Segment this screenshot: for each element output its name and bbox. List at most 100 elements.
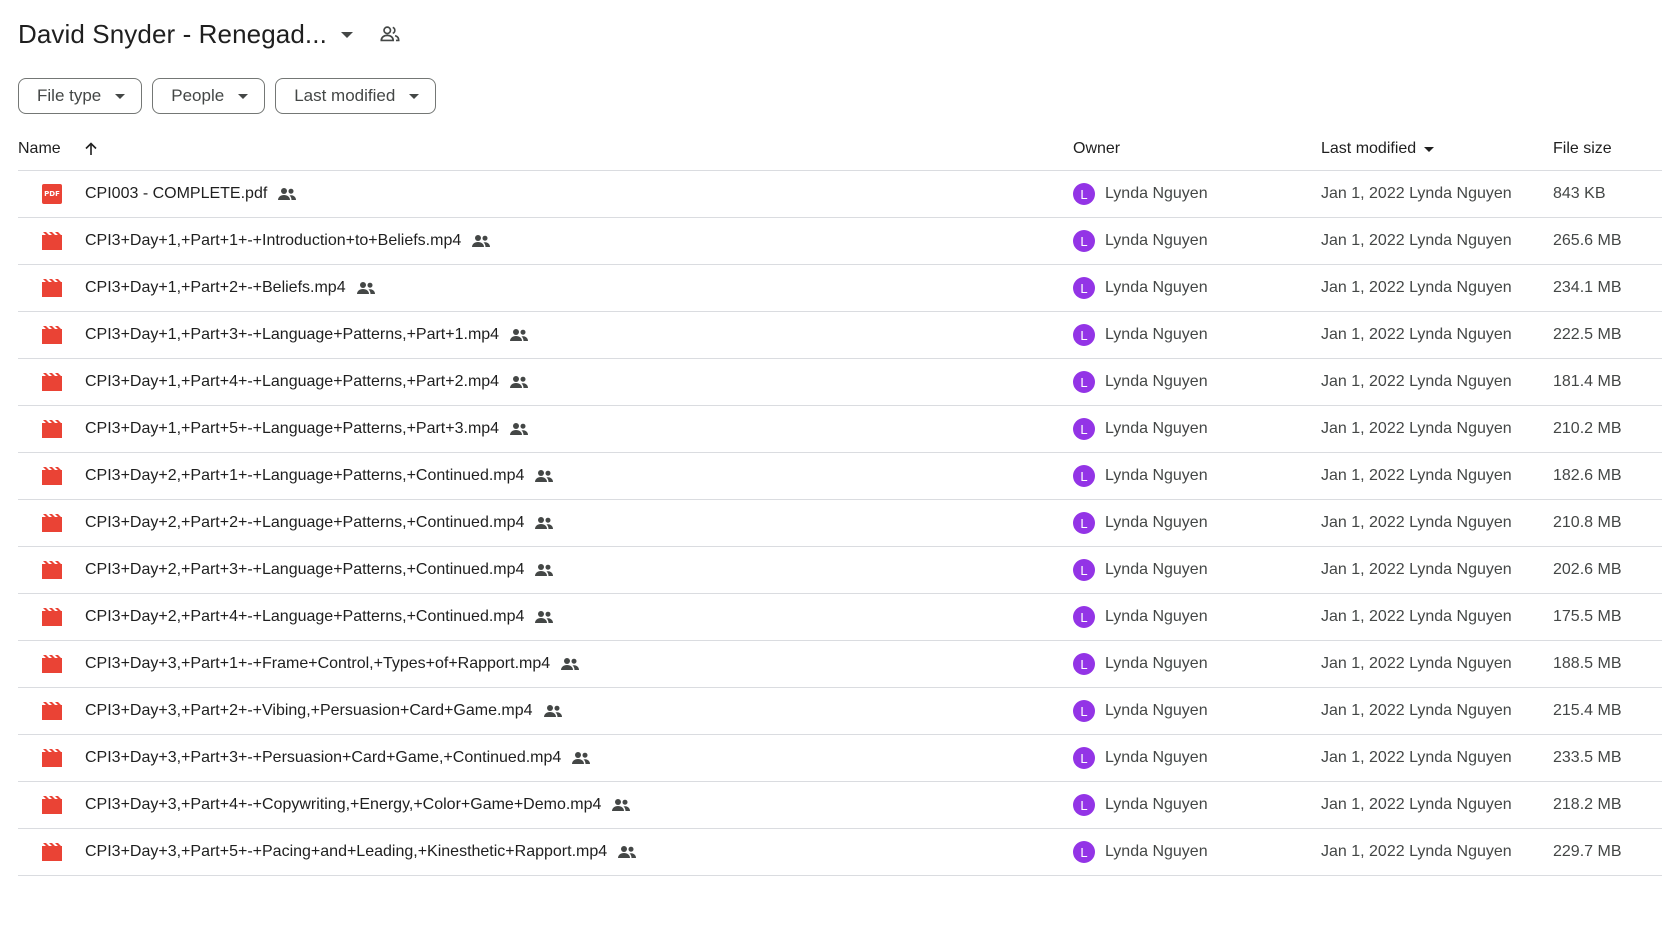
- file-name[interactable]: CPI3+Day+1,+Part+3+-+Language+Patterns,+…: [85, 326, 499, 344]
- video-icon: [42, 843, 62, 861]
- table-row[interactable]: CPI3+Day+1,+Part+5+-+Language+Patterns,+…: [18, 406, 1662, 453]
- avatar[interactable]: L: [1073, 371, 1095, 393]
- file-rows: PDF CPI003 - COMPLETE.pdf L Lynda Nguyen Jan…: [18, 171, 1662, 876]
- file-name-cell[interactable]: CPI3+Day+1,+Part+5+-+Language+Patterns,+…: [85, 406, 529, 452]
- file-name[interactable]: CPI3+Day+2,+Part+3+-+Language+Patterns,+…: [85, 561, 524, 579]
- file-name[interactable]: CPI3+Day+3,+Part+5+-+Pacing+and+Leading,…: [85, 843, 607, 861]
- file-name[interactable]: CPI3+Day+3,+Part+4+-+Copywriting,+Energy…: [85, 796, 601, 814]
- file-name-cell[interactable]: CPI3+Day+2,+Part+3+-+Language+Patterns,+…: [85, 547, 554, 593]
- table-row[interactable]: CPI3+Day+3,+Part+1+-+Frame+Control,+Type…: [18, 641, 1662, 688]
- avatar[interactable]: L: [1073, 512, 1095, 534]
- file-name-cell[interactable]: CPI3+Day+1,+Part+3+-+Language+Patterns,+…: [85, 312, 529, 358]
- file-name-cell[interactable]: CPI3+Day+3,+Part+5+-+Pacing+and+Leading,…: [85, 829, 637, 875]
- file-name-cell[interactable]: CPI3+Day+2,+Part+1+-+Language+Patterns,+…: [85, 453, 554, 499]
- avatar[interactable]: L: [1073, 700, 1095, 722]
- avatar[interactable]: L: [1073, 465, 1095, 487]
- file-name[interactable]: CPI003 - COMPLETE.pdf: [85, 185, 267, 203]
- chevron-down-icon[interactable]: [340, 32, 353, 38]
- file-type-icon: [42, 688, 62, 734]
- file-name-cell[interactable]: CPI3+Day+3,+Part+1+-+Frame+Control,+Type…: [85, 641, 580, 687]
- owner-name: Lynda Nguyen: [1105, 373, 1208, 390]
- owner-cell: L Lynda Nguyen: [1073, 688, 1208, 734]
- avatar[interactable]: L: [1073, 653, 1095, 675]
- file-name[interactable]: CPI3+Day+3,+Part+1+-+Frame+Control,+Type…: [85, 655, 550, 673]
- file-name[interactable]: CPI3+Day+2,+Part+4+-+Language+Patterns,+…: [85, 608, 524, 626]
- table-row[interactable]: CPI3+Day+1,+Part+3+-+Language+Patterns,+…: [18, 312, 1662, 359]
- owner-name: Lynda Nguyen: [1105, 702, 1208, 719]
- owner-name: Lynda Nguyen: [1105, 655, 1208, 672]
- avatar[interactable]: L: [1073, 418, 1095, 440]
- table-row[interactable]: CPI3+Day+1,+Part+2+-+Beliefs.mp4 L Lynda N…: [18, 265, 1662, 312]
- owner-cell: L Lynda Nguyen: [1073, 829, 1208, 875]
- file-name[interactable]: CPI3+Day+3,+Part+3+-+Persuasion+Card+Gam…: [85, 749, 561, 767]
- file-type-filter[interactable]: File type: [18, 78, 143, 114]
- avatar[interactable]: L: [1073, 277, 1095, 299]
- table-row[interactable]: CPI3+Day+2,+Part+1+-+Language+Patterns,+…: [18, 453, 1662, 500]
- video-icon: [42, 514, 62, 532]
- owner-cell: L Lynda Nguyen: [1073, 312, 1208, 358]
- file-name[interactable]: CPI3+Day+1,+Part+4+-+Language+Patterns,+…: [85, 373, 499, 391]
- shared-people-icon: [543, 704, 563, 718]
- avatar[interactable]: L: [1073, 747, 1095, 769]
- file-name-cell[interactable]: CPI3+Day+2,+Part+2+-+Language+Patterns,+…: [85, 500, 554, 546]
- people-filter[interactable]: People: [152, 78, 266, 114]
- column-owner-label: Owner: [1073, 140, 1121, 157]
- last-modified-cell: Jan 1, 2022 Lynda Nguyen: [1321, 232, 1512, 249]
- arrow-up-icon[interactable]: [83, 141, 99, 157]
- shared-people-icon: [509, 422, 529, 436]
- table-row[interactable]: CPI3+Day+2,+Part+3+-+Language+Patterns,+…: [18, 547, 1662, 594]
- owner-cell: L Lynda Nguyen: [1073, 265, 1208, 311]
- file-name-cell[interactable]: CPI3+Day+1,+Part+4+-+Language+Patterns,+…: [85, 359, 529, 405]
- table-row[interactable]: CPI3+Day+2,+Part+4+-+Language+Patterns,+…: [18, 594, 1662, 641]
- column-header-owner[interactable]: Owner: [1073, 128, 1120, 170]
- table-row[interactable]: CPI3+Day+1,+Part+1+-+Introduction+to+Bel…: [18, 218, 1662, 265]
- file-name-cell[interactable]: CPI003 - COMPLETE.pdf: [85, 171, 297, 217]
- file-name-cell[interactable]: CPI3+Day+1,+Part+2+-+Beliefs.mp4: [85, 265, 376, 311]
- video-icon: [42, 608, 62, 626]
- table-row[interactable]: PDF CPI003 - COMPLETE.pdf L Lynda Nguyen Jan…: [18, 171, 1662, 218]
- owner-cell: L Lynda Nguyen: [1073, 782, 1208, 828]
- file-name[interactable]: CPI3+Day+3,+Part+2+-+Vibing,+Persuasion+…: [85, 702, 533, 720]
- file-size-cell: 182.6 MB: [1553, 467, 1622, 484]
- table-header: Name Owner Last modified File size: [18, 128, 1662, 171]
- file-name-cell[interactable]: CPI3+Day+3,+Part+2+-+Vibing,+Persuasion+…: [85, 688, 563, 734]
- file-name-cell[interactable]: CPI3+Day+3,+Part+4+-+Copywriting,+Energy…: [85, 782, 631, 828]
- folder-title[interactable]: David Snyder - Renegad...: [18, 19, 327, 50]
- file-name-cell[interactable]: CPI3+Day+3,+Part+3+-+Persuasion+Card+Gam…: [85, 735, 591, 781]
- file-name-cell[interactable]: CPI3+Day+2,+Part+4+-+Language+Patterns,+…: [85, 594, 554, 640]
- file-name[interactable]: CPI3+Day+1,+Part+2+-+Beliefs.mp4: [85, 279, 346, 297]
- avatar[interactable]: L: [1073, 606, 1095, 628]
- table-row[interactable]: CPI3+Day+3,+Part+3+-+Persuasion+Card+Gam…: [18, 735, 1662, 782]
- file-name[interactable]: CPI3+Day+1,+Part+1+-+Introduction+to+Bel…: [85, 232, 461, 250]
- owner-cell: L Lynda Nguyen: [1073, 171, 1208, 217]
- table-row[interactable]: CPI3+Day+2,+Part+2+-+Language+Patterns,+…: [18, 500, 1662, 547]
- table-row[interactable]: CPI3+Day+3,+Part+2+-+Vibing,+Persuasion+…: [18, 688, 1662, 735]
- avatar[interactable]: L: [1073, 230, 1095, 252]
- table-row[interactable]: CPI3+Day+3,+Part+5+-+Pacing+and+Leading,…: [18, 829, 1662, 876]
- column-header-file-size[interactable]: File size: [1553, 128, 1612, 170]
- column-file-size-label: File size: [1553, 140, 1612, 157]
- avatar[interactable]: L: [1073, 559, 1095, 581]
- avatar[interactable]: L: [1073, 324, 1095, 346]
- table-row[interactable]: CPI3+Day+3,+Part+4+-+Copywriting,+Energy…: [18, 782, 1662, 829]
- table-row[interactable]: CPI3+Day+1,+Part+4+-+Language+Patterns,+…: [18, 359, 1662, 406]
- shared-folder-icon[interactable]: [379, 23, 401, 45]
- chevron-down-icon[interactable]: [1424, 146, 1435, 152]
- last-modified-cell: Jan 1, 2022 Lynda Nguyen: [1321, 561, 1512, 578]
- avatar[interactable]: L: [1073, 841, 1095, 863]
- column-header-last-modified[interactable]: Last modified: [1321, 128, 1435, 170]
- avatar[interactable]: L: [1073, 794, 1095, 816]
- file-type-icon: [42, 594, 62, 640]
- owner-name: Lynda Nguyen: [1105, 467, 1208, 484]
- file-size-cell: 215.4 MB: [1553, 702, 1622, 719]
- file-name[interactable]: CPI3+Day+2,+Part+2+-+Language+Patterns,+…: [85, 514, 524, 532]
- column-header-name[interactable]: Name: [18, 128, 99, 170]
- file-name[interactable]: CPI3+Day+2,+Part+1+-+Language+Patterns,+…: [85, 467, 524, 485]
- shared-people-icon: [611, 798, 631, 812]
- avatar[interactable]: L: [1073, 183, 1095, 205]
- last-modified-filter[interactable]: Last modified: [275, 78, 437, 114]
- owner-name: Lynda Nguyen: [1105, 279, 1208, 296]
- file-name[interactable]: CPI3+Day+1,+Part+5+-+Language+Patterns,+…: [85, 420, 499, 438]
- file-name-cell[interactable]: CPI3+Day+1,+Part+1+-+Introduction+to+Bel…: [85, 218, 491, 264]
- file-type-icon: PDF: [42, 171, 62, 217]
